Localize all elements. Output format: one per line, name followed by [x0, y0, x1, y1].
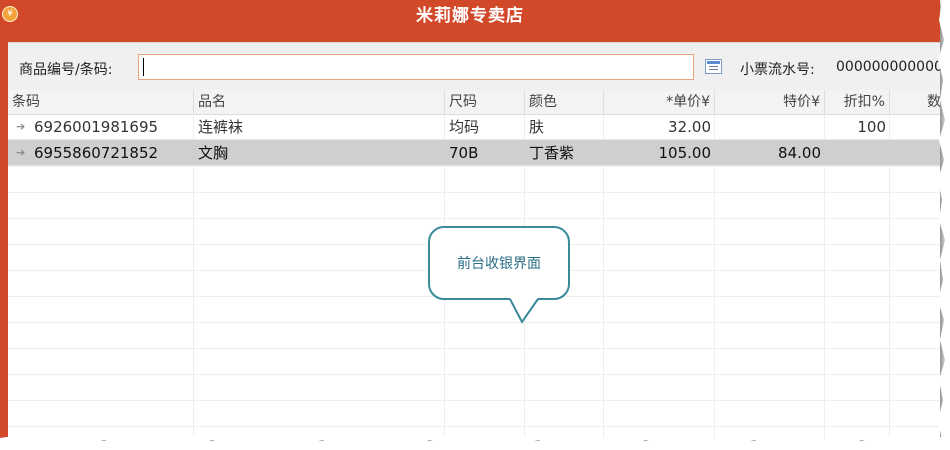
column-header-quantity[interactable]: 数量: [890, 90, 940, 114]
cell-quantity: [890, 114, 940, 140]
callout-text: 前台收银界面: [457, 256, 541, 272]
grid-header: 条码 品名 尺码 颜色 *单价¥ 特价¥ 折扣% 数量: [8, 90, 940, 115]
column-header-special-price[interactable]: 特价¥: [715, 90, 825, 114]
cell-size: 70B: [449, 144, 479, 162]
barcode-label: 商品编号/条码:: [19, 62, 113, 78]
cell-name: 文胸: [198, 144, 229, 162]
cell-barcode: 6926001981695: [34, 118, 159, 136]
column-header-barcode[interactable]: 条码: [8, 90, 194, 114]
column-header-color[interactable]: 颜色: [525, 90, 604, 114]
cell-color: 丁香紫: [529, 144, 575, 162]
column-header-name[interactable]: 品名: [194, 90, 445, 114]
receipt-number-value: 000000000000: [836, 59, 943, 75]
list-icon[interactable]: [705, 59, 722, 74]
callout-tail: [509, 298, 539, 324]
column-header-size[interactable]: 尺码: [445, 90, 525, 114]
table-row[interactable]: ➔ 6955860721852 文胸 70B 丁香紫 105.00 84.00: [8, 140, 940, 166]
column-header-price[interactable]: *单价¥: [604, 90, 715, 114]
table-row[interactable]: ➔ 6926001981695 连裤袜 均码 肤 32.00 100: [8, 114, 940, 140]
cell-special-price: 84.00: [778, 144, 821, 162]
barcode-input[interactable]: [138, 54, 694, 80]
title-bar: ¥ 米莉娜专卖店: [0, 0, 940, 32]
text-caret: [143, 58, 144, 76]
cell-discount: [825, 140, 890, 166]
cell-special-price: [715, 114, 825, 140]
window-title: 米莉娜专卖店: [416, 6, 524, 26]
callout-bubble: 前台收银界面: [428, 226, 570, 300]
row-pointer-icon: ➔: [16, 120, 26, 133]
cell-price: 32.00: [668, 118, 711, 136]
cell-barcode: 6955860721852: [34, 144, 159, 162]
cell-size: 均码: [449, 118, 480, 136]
cell-price: 105.00: [658, 144, 712, 162]
cell-quantity: [890, 140, 940, 166]
column-header-discount[interactable]: 折扣%: [825, 90, 890, 114]
app-window: ¥ 米莉娜专卖店 商品编号/条码: 小票流水号: 000000000000 条码…: [0, 0, 943, 440]
torn-edge-right: [938, 0, 950, 450]
receipt-number-label: 小票流水号:: [740, 62, 815, 78]
cell-name: 连裤袜: [198, 118, 244, 136]
torn-edge-bottom: [0, 434, 950, 450]
cell-color: 肤: [529, 118, 545, 136]
row-pointer-icon: ➔: [16, 146, 26, 159]
input-toolbar: 商品编号/条码: 小票流水号: 000000000000: [8, 42, 943, 91]
cell-discount: 100: [857, 118, 886, 136]
